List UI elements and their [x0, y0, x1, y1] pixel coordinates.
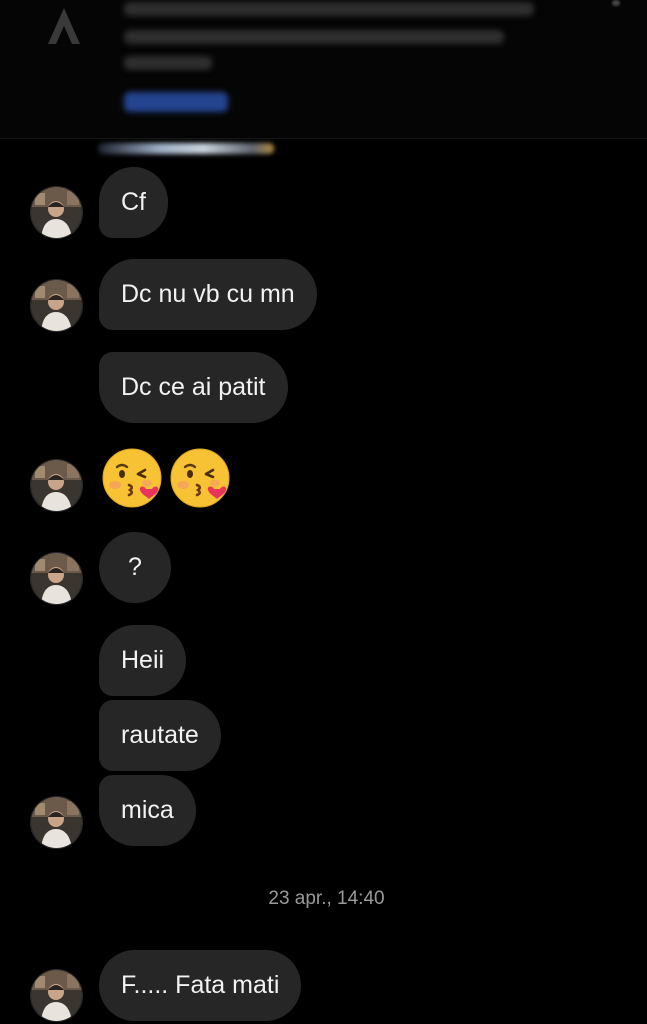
message-bubble[interactable]: ? — [99, 532, 171, 603]
avatar[interactable] — [30, 279, 83, 332]
banner-link[interactable] — [124, 92, 228, 112]
banner-text-line — [124, 2, 534, 16]
message-bubble[interactable]: Cf — [99, 167, 168, 238]
message-bubble[interactable]: F..... Fata mati — [99, 950, 302, 1021]
message-bubble[interactable]: rautate — [99, 700, 221, 771]
kissing-face-with-heart-icon — [102, 448, 162, 508]
emoji-message[interactable] — [101, 447, 231, 509]
message-bubble[interactable]: Dc ce ai patit — [99, 352, 288, 423]
avatar[interactable] — [30, 969, 83, 1022]
message-timestamp: 23 apr., 14:40 — [268, 888, 385, 909]
top-notice-banner — [0, 0, 647, 139]
message-bubble[interactable]: Dc nu vb cu mn — [99, 259, 317, 330]
avatar[interactable] — [30, 552, 83, 605]
banner-text-line — [124, 30, 504, 44]
user-icon — [48, 8, 80, 44]
more-options-icon[interactable] — [612, 0, 620, 6]
avatar[interactable] — [30, 459, 83, 512]
banner-text-line — [124, 56, 212, 70]
message-bubble[interactable]: Heii — [99, 625, 187, 696]
avatar[interactable] — [30, 796, 83, 849]
avatar[interactable] — [30, 186, 83, 239]
loading-indicator — [98, 143, 274, 154]
kissing-face-with-heart-icon — [170, 448, 230, 508]
message-bubble[interactable]: mica — [99, 775, 196, 846]
